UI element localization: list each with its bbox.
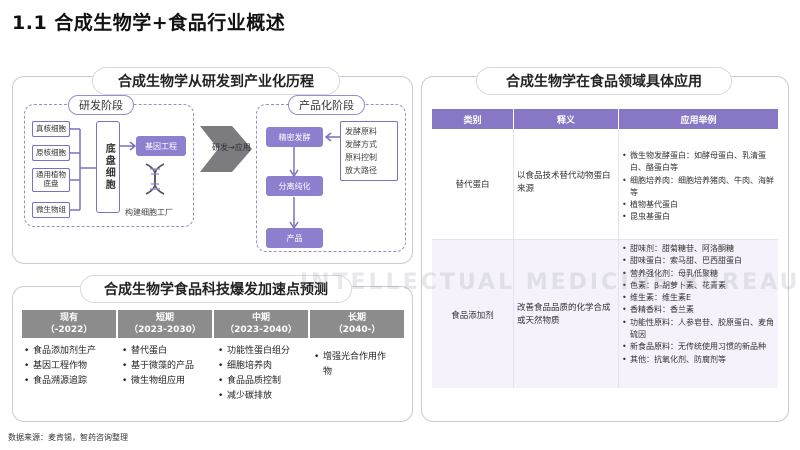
- row-additive-examples: 甜味剂：甜菊糖苷、阿洛酮糖 甜味蛋白：索马甜、巴西甜蛋白 营养强化剂：母乳低聚糖…: [622, 243, 774, 366]
- product-box: 产品: [266, 228, 323, 248]
- row-additive-definition: 改善食品品质的化学合成或天然物质: [517, 303, 611, 326]
- forecast-col-long-list: 增强光合作用作物: [314, 350, 400, 380]
- forecast-col-current-title: 现有: [59, 312, 78, 323]
- cell-type-plant-chassis: 通用植物底盘: [32, 168, 70, 192]
- example-item: 甜味蛋白：索马甜、巴西甜蛋白: [622, 255, 774, 268]
- precision-fermentation-box: 精密发酵: [266, 127, 323, 147]
- cell-type-microbiome: 微生物组: [32, 202, 70, 218]
- watermark: INTELLECTUAL MEDICINE BUREAU: [300, 270, 800, 295]
- row-alt-protein-category: 替代蛋白: [455, 180, 490, 190]
- dna-icon: [145, 163, 165, 195]
- forecast-item: 功能性蛋白组分: [218, 344, 308, 359]
- forecast-item: 食品添加剂生产: [24, 344, 116, 359]
- data-source-note: 数据来源：麦肯锡，智药咨询整理: [8, 433, 128, 442]
- forecast-item: 基因工程作物: [24, 359, 116, 374]
- gene-engineering-box: 基因工程: [136, 136, 186, 156]
- example-item: 功能性原料：人参皂苷、胶原蛋白、麦角硫因: [622, 317, 774, 342]
- table-header-examples: 应用举例: [619, 109, 778, 129]
- cell-type-prokaryotic: 原核细胞: [32, 145, 70, 161]
- forecast-col-long-header: 长期 （2040-）: [310, 310, 404, 338]
- forecast-item: 增强光合作用作物: [314, 350, 394, 380]
- cell-type-eukaryotic: 真核细胞: [32, 121, 70, 137]
- forecast-col-long-title: 长期: [347, 312, 366, 323]
- forecast-item: 减少碳排放: [218, 389, 308, 404]
- forecast-item: 基于微藻的产品: [122, 359, 212, 374]
- forecast-item: 替代蛋白: [122, 344, 212, 359]
- rd-to-application-label: 研发→应用: [212, 143, 251, 152]
- note-material-control: 原料控制: [345, 153, 377, 162]
- rd-industrialization-heading: 合成生物学从研发到产业化历程: [92, 67, 340, 95]
- table-divider: [618, 130, 619, 388]
- food-application-heading: 合成生物学在食品领域具体应用: [476, 67, 732, 95]
- forecast-col-current-header: 现有 （-2022）: [22, 310, 116, 338]
- example-item: 香精香料：香兰素: [622, 304, 774, 317]
- forecast-col-mid-list: 功能性蛋白组分 细胞培养肉 食品品质控制 减少碳排放: [218, 344, 308, 404]
- forecast-item: 微生物组应用: [122, 374, 212, 389]
- forecast-col-short-header: 短期 （2023-2030）: [118, 310, 212, 338]
- row-alt-protein-definition: 以食品技术替代动物蛋白来源: [517, 171, 611, 194]
- note-scale-up-path: 放大路径: [345, 166, 377, 175]
- forecast-item: 食品品质控制: [218, 374, 308, 389]
- example-item: 植物基代蛋白: [622, 199, 774, 212]
- rd-stage-label: 研发阶段: [68, 95, 134, 115]
- fermentation-notes-box: 发酵原料 发酵方式 原料控制 放大路径: [340, 121, 398, 181]
- forecast-col-mid-header: 中期 （2023-2040）: [214, 310, 308, 338]
- product-stage-label: 产品化阶段: [288, 95, 365, 115]
- forecast-col-short-list: 替代蛋白 基于微藻的产品 微生物组应用: [122, 344, 212, 389]
- page-title: 1.1 合成生物学+食品行业概述: [12, 12, 286, 34]
- example-item: 昆虫基蛋白: [622, 211, 774, 224]
- note-fermentation-material: 发酵原料: [345, 127, 377, 136]
- cell-factory-label: 构建细胞工厂: [125, 208, 173, 217]
- table-header-category: 类别: [432, 109, 513, 129]
- example-item: 其他：抗氧化剂、防腐剂等: [622, 354, 774, 367]
- forecast-col-current-list: 食品添加剂生产 基因工程作物 食品溯源追踪: [24, 344, 116, 389]
- forecast-col-mid-title: 中期: [251, 312, 270, 323]
- chassis-cell-box: 底盘细胞: [96, 121, 120, 213]
- forecast-col-mid-period: （2023-2040）: [225, 325, 297, 335]
- chassis-cell-label: 底盘细胞: [103, 143, 115, 191]
- example-item: 细胞培养肉：细胞培养猪肉、牛肉、海鲜等: [622, 175, 774, 200]
- row-alt-protein-examples: 微生物发酵蛋白：如酵母蛋白、乳清蛋白、酪蛋白等 细胞培养肉：细胞培养猪肉、牛肉、…: [622, 150, 774, 224]
- table-header-definition: 释义: [514, 109, 618, 129]
- example-item: 新食品原料：无传统使用习惯的新品种: [622, 341, 774, 354]
- example-item: 微生物发酵蛋白：如酵母蛋白、乳清蛋白、酪蛋白等: [622, 150, 774, 175]
- product-flow-arrows-icon: [289, 147, 299, 230]
- forecast-col-long-period: （2040-）: [333, 325, 381, 335]
- forecast-item: 食品溯源追踪: [24, 374, 116, 389]
- forecast-item: 细胞培养肉: [218, 359, 308, 374]
- forecast-col-short-period: （2023-2030）: [129, 325, 201, 335]
- forecast-col-short-title: 短期: [155, 312, 174, 323]
- note-fermentation-method: 发酵方式: [345, 140, 377, 149]
- table-divider: [513, 130, 514, 388]
- row-additive-category: 食品添加剂: [451, 311, 494, 321]
- forecast-col-current-period: （-2022）: [45, 325, 93, 335]
- example-item: 甜味剂：甜菊糖苷、阿洛酮糖: [622, 243, 774, 256]
